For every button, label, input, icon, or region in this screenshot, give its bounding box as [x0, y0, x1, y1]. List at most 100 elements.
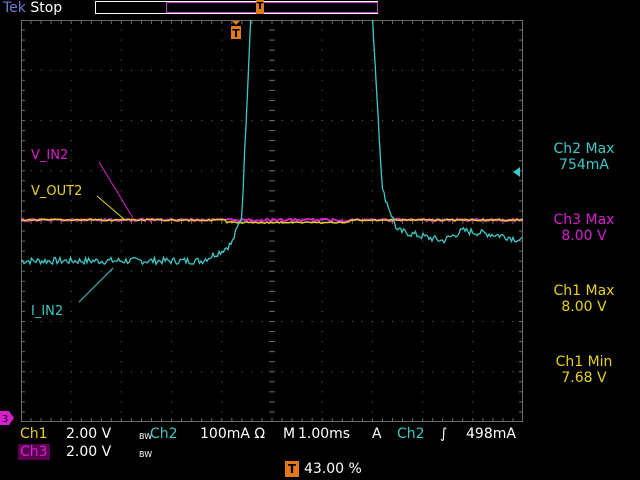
graticule-dot — [472, 310, 474, 312]
graticule-dot — [472, 300, 474, 302]
graticule-dot — [422, 200, 424, 202]
trigger-mode[interactable]: A — [372, 426, 382, 442]
graticule-dot — [492, 69, 494, 71]
graticule-dot — [371, 260, 373, 262]
graticule-dot — [321, 160, 323, 162]
graticule-dot — [221, 240, 223, 242]
label-v-in2: V_IN2 — [31, 148, 68, 163]
graticule-dot — [171, 29, 173, 31]
graticule-dot — [321, 130, 323, 132]
graticule-dot — [60, 270, 62, 272]
graticule-dot — [151, 321, 153, 322]
graticule-dot — [221, 290, 223, 292]
graticule-dot — [130, 69, 132, 71]
graticule-dot — [371, 351, 373, 353]
graticule-dot — [422, 39, 424, 41]
graticule-dot — [321, 140, 323, 142]
ch3-label[interactable]: Ch3 — [18, 444, 50, 460]
ch2-scale[interactable]: 100mA Ω — [200, 426, 265, 442]
graticule-dot — [321, 79, 323, 81]
trigger-position-value[interactable]: 43.00 % — [304, 461, 362, 477]
graticule-dot — [371, 180, 373, 182]
graticule-dot — [171, 351, 173, 353]
graticule-dot — [261, 371, 263, 373]
graticule-dot — [502, 120, 504, 121]
graticule-dot — [371, 39, 373, 41]
graticule-dot — [70, 411, 72, 413]
graticule-dot — [391, 321, 393, 322]
graticule-dot — [361, 170, 363, 172]
trigger-level[interactable]: 498mA — [466, 426, 516, 442]
graticule-dot — [161, 69, 163, 71]
graticule-dot — [422, 321, 424, 322]
graticule-dot — [482, 170, 484, 172]
graticule-dot — [512, 69, 514, 71]
graticule-dot — [221, 140, 223, 142]
acquisition-state: Stop — [30, 0, 63, 16]
graticule-dot — [422, 120, 424, 121]
graticule-dot — [482, 270, 484, 272]
graticule-dot — [412, 69, 414, 71]
graticule-dot — [70, 361, 72, 363]
graticule-dot — [120, 29, 122, 31]
graticule-dot — [331, 371, 333, 373]
graticule-dot — [371, 321, 373, 322]
ch1-label[interactable]: Ch1 — [20, 426, 48, 442]
timebase-value[interactable]: 1.00ms — [298, 426, 350, 442]
waveform-display[interactable]: V_IN2 V_OUT2 I_IN2 — [21, 20, 523, 422]
graticule-dot — [422, 29, 424, 31]
graticule-dot — [351, 270, 353, 272]
graticule-dot — [472, 109, 474, 111]
label-i-in2: I_IN2 — [31, 304, 63, 319]
ch1-scale[interactable]: 2.00 V — [66, 426, 111, 442]
graticule-dot — [512, 321, 514, 322]
graticule-dot — [221, 180, 223, 182]
graticule-dot — [371, 290, 373, 292]
graticule-dot — [442, 270, 444, 272]
graticule-dot — [241, 371, 243, 373]
graticule-dot — [452, 69, 454, 71]
graticule-dot — [391, 371, 393, 373]
graticule-dot — [381, 69, 383, 71]
ch2-label[interactable]: Ch2 — [150, 426, 178, 442]
graticule-dot — [110, 270, 112, 272]
graticule-dot — [422, 240, 424, 242]
graticule-dot — [371, 49, 373, 51]
graticule-dot — [321, 109, 323, 111]
graticule-dot — [311, 69, 313, 71]
graticule-dot — [30, 120, 32, 121]
graticule-dot — [211, 270, 213, 272]
graticule-dot — [371, 69, 373, 71]
graticule-dot — [402, 371, 404, 373]
graticule-dot — [171, 341, 173, 343]
graticule-dot — [422, 280, 424, 282]
graticule-dot — [221, 170, 223, 172]
graticule-dot — [70, 59, 72, 61]
graticule-dot — [321, 300, 323, 302]
graticule-dot — [120, 180, 122, 182]
graticule-dot — [50, 69, 52, 71]
graticule-dot — [482, 321, 484, 322]
trigger-source[interactable]: Ch2 — [397, 426, 425, 442]
graticule-dot — [171, 190, 173, 192]
graticule-dot — [151, 69, 153, 71]
graticule-dot — [120, 310, 122, 312]
graticule-dot — [331, 170, 333, 172]
graticule-dot — [432, 69, 434, 71]
graticule-dot — [291, 69, 293, 71]
graticule-dot — [422, 99, 424, 101]
graticule-dot — [361, 120, 363, 121]
graticule-dot — [221, 49, 223, 51]
trigger-slope-icon[interactable]: ∫ — [440, 426, 447, 442]
graticule-dot — [50, 270, 52, 272]
graticule-dot — [472, 200, 474, 202]
ch3-scale[interactable]: 2.00 V — [66, 444, 111, 460]
graticule-dot — [100, 69, 102, 71]
graticule-dot — [472, 29, 474, 31]
graticule-dot — [221, 79, 223, 81]
graticule-dot — [472, 411, 474, 413]
graticule-dot — [130, 120, 132, 121]
graticule-dot — [80, 321, 82, 322]
graticule-dot — [472, 341, 474, 343]
graticule-dot — [371, 391, 373, 393]
